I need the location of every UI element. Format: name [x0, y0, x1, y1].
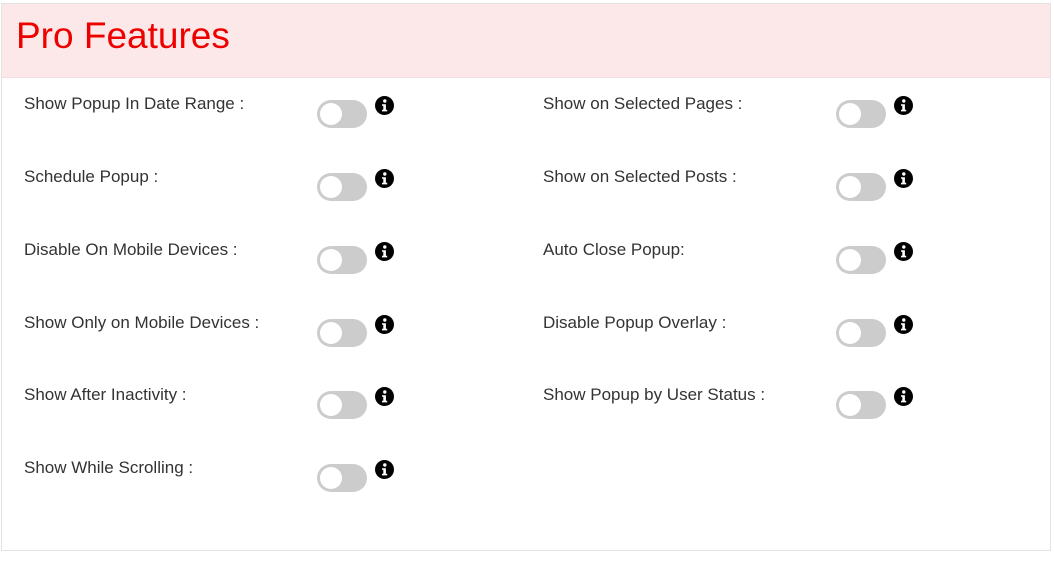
toggle-knob [320, 176, 342, 198]
toggle-knob [320, 394, 342, 416]
feature-row-disable-overlay: Disable Popup Overlay : [543, 308, 923, 348]
toggle-knob [320, 322, 342, 344]
while-scrolling-toggle[interactable] [317, 464, 367, 492]
feature-label: Show Only on Mobile Devices : [24, 313, 260, 332]
feature-label: Schedule Popup : [24, 167, 159, 186]
info-icon[interactable] [375, 169, 394, 188]
features-grid: Show Popup In Date Range : Schedule Popu… [2, 4, 1050, 550]
schedule-popup-toggle[interactable] [317, 173, 367, 201]
info-icon[interactable] [894, 315, 913, 334]
info-icon[interactable] [375, 96, 394, 115]
feature-row-user-status: Show Popup by User Status : [543, 380, 923, 420]
pro-features-panel: Pro Features Show Popup In Date Range : … [1, 3, 1051, 551]
toggle-knob [839, 322, 861, 344]
feature-row-auto-close: Auto Close Popup: [543, 235, 923, 275]
toggle-knob [839, 249, 861, 271]
feature-row-schedule-popup: Schedule Popup : [24, 162, 404, 202]
user-status-toggle[interactable] [836, 391, 886, 419]
toggle-knob [839, 394, 861, 416]
info-icon[interactable] [375, 242, 394, 261]
after-inactivity-toggle[interactable] [317, 391, 367, 419]
feature-label: Show Popup by User Status : [543, 385, 766, 404]
disable-mobile-toggle[interactable] [317, 246, 367, 274]
selected-pages-toggle[interactable] [836, 100, 886, 128]
feature-label: Show While Scrolling : [24, 458, 194, 477]
selected-posts-toggle[interactable] [836, 173, 886, 201]
info-icon[interactable] [375, 315, 394, 334]
toggle-knob [320, 467, 342, 489]
feature-row-disable-mobile: Disable On Mobile Devices : [24, 235, 404, 275]
feature-label: Show After Inactivity : [24, 385, 187, 404]
feature-row-selected-pages: Show on Selected Pages : [543, 89, 923, 129]
disable-overlay-toggle[interactable] [836, 319, 886, 347]
feature-label: Auto Close Popup: [543, 240, 685, 259]
feature-label: Show on Selected Posts : [543, 167, 737, 186]
toggle-knob [320, 103, 342, 125]
feature-label: Show on Selected Pages : [543, 94, 743, 113]
feature-row-while-scrolling: Show While Scrolling : [24, 453, 404, 493]
toggle-knob [320, 249, 342, 271]
info-icon[interactable] [894, 96, 913, 115]
date-range-toggle[interactable] [317, 100, 367, 128]
feature-row-selected-posts: Show on Selected Posts : [543, 162, 923, 202]
info-icon[interactable] [894, 242, 913, 261]
info-icon[interactable] [894, 387, 913, 406]
info-icon[interactable] [375, 460, 394, 479]
feature-row-only-mobile: Show Only on Mobile Devices : [24, 308, 404, 348]
feature-row-after-inactivity: Show After Inactivity : [24, 380, 404, 420]
feature-label: Disable Popup Overlay : [543, 313, 727, 332]
auto-close-toggle[interactable] [836, 246, 886, 274]
toggle-knob [839, 103, 861, 125]
only-mobile-toggle[interactable] [317, 319, 367, 347]
info-icon[interactable] [375, 387, 394, 406]
info-icon[interactable] [894, 169, 913, 188]
feature-label: Show Popup In Date Range : [24, 94, 245, 113]
feature-label: Disable On Mobile Devices : [24, 240, 238, 259]
toggle-knob [839, 176, 861, 198]
feature-row-date-range: Show Popup In Date Range : [24, 89, 404, 129]
